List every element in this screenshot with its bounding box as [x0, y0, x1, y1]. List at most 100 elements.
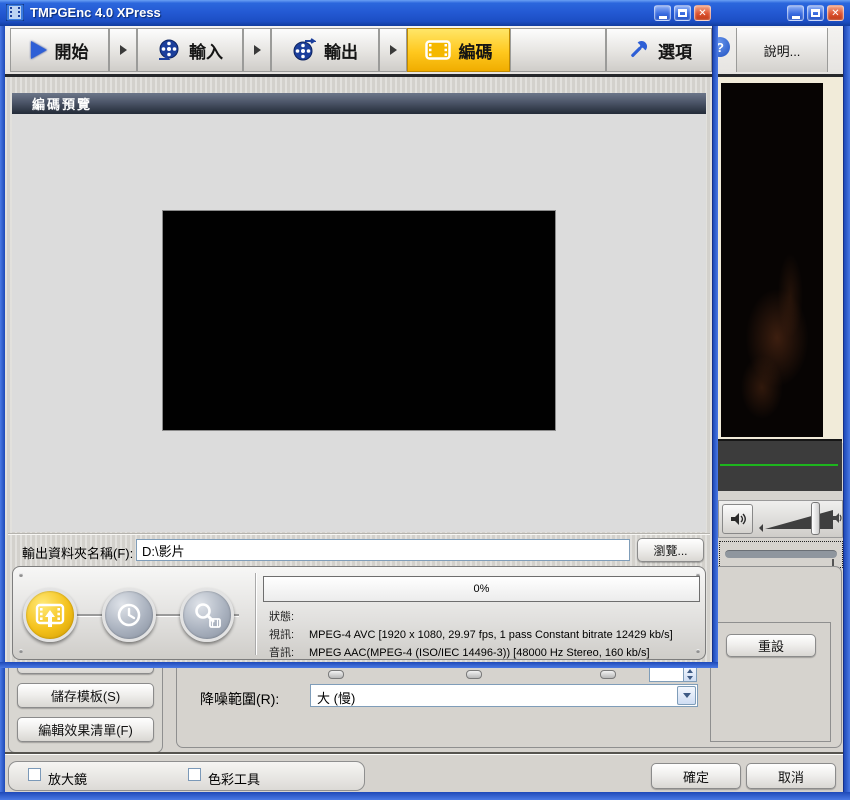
encode-tab-label: 編碼	[459, 38, 493, 63]
play-icon	[31, 41, 47, 59]
slider-handle[interactable]	[600, 670, 616, 679]
step-arrow-button[interactable]	[109, 28, 137, 72]
noise-range-label: 降噪範圍(R):	[200, 689, 279, 709]
arrow-right-icon	[390, 45, 397, 55]
edit-effects-button[interactable]: 編輯效果清單(F)	[17, 717, 154, 742]
arrow-right-icon	[120, 45, 127, 55]
bg-seek-slider[interactable]	[719, 541, 843, 568]
minimize-icon	[659, 16, 667, 19]
video-value: MPEG-4 AVC [1920 x 1080, 29.97 fps, 1 pa…	[309, 629, 673, 641]
start-tab[interactable]: 開始	[10, 28, 109, 72]
step-arrow-button[interactable]	[379, 28, 407, 72]
bg-volume-bar	[718, 500, 843, 538]
clock-icon	[115, 601, 143, 629]
audio-value: MPEG AAC(MPEG-4 (ISO/IEC 14496-3)) [4800…	[309, 647, 650, 659]
encode-film-arrow-icon	[35, 601, 65, 629]
output-folder-input[interactable]	[136, 539, 630, 561]
noise-range-select[interactable]: 大 (慢)	[310, 684, 698, 707]
divider	[8, 533, 710, 535]
chevron-down-icon	[683, 693, 691, 698]
start-tab-label: 開始	[55, 38, 89, 63]
preview-check-button[interactable]	[180, 588, 234, 642]
start-encode-button[interactable]	[23, 588, 77, 642]
minimize-icon	[792, 16, 800, 19]
magnifier-checkbox-label: 放大鏡	[48, 769, 87, 788]
ok-button[interactable]: 確定	[651, 763, 741, 789]
bottom-separator	[0, 752, 850, 755]
output-folder-label: 輸出資料夾名稱(F):	[22, 543, 133, 562]
bg-window-border-right	[843, 26, 850, 792]
bg-window-border-bottom	[0, 792, 850, 800]
mute-button[interactable]	[722, 504, 753, 534]
speaker-icon	[729, 510, 747, 528]
close-icon: ✕	[698, 8, 706, 19]
bg-minimize-button[interactable]	[787, 5, 804, 21]
help-button[interactable]: 說明...	[736, 28, 828, 72]
output-tab[interactable]: 輸出	[271, 28, 379, 72]
film-reel-icon	[157, 38, 181, 62]
screw-dot	[19, 573, 23, 577]
maximize-icon	[678, 9, 687, 17]
color-tools-checkbox[interactable]	[188, 768, 201, 781]
dialog-maximize-button[interactable]	[674, 5, 691, 21]
bg-close-button[interactable]: ✕	[827, 5, 844, 21]
spinner-down-icon	[687, 676, 693, 680]
wrench-icon	[626, 38, 650, 62]
slider-handle[interactable]	[328, 670, 344, 679]
step-arrow-button[interactable]	[243, 28, 271, 72]
value-spinner[interactable]	[649, 666, 697, 682]
reset-button[interactable]: 重設	[726, 634, 816, 657]
seek-tick	[832, 559, 834, 566]
slider-handle[interactable]	[466, 670, 482, 679]
volume-thumb[interactable]	[811, 502, 820, 535]
options-tab-label: 選項	[658, 38, 692, 63]
seek-groove[interactable]	[725, 550, 837, 558]
schedule-button[interactable]	[102, 588, 156, 642]
video-preview	[162, 210, 556, 431]
browse-button[interactable]: 瀏覽...	[637, 538, 704, 562]
dialog-border-bottom	[0, 662, 718, 668]
spinner-buttons[interactable]	[683, 667, 696, 681]
input-tab-label: 輸入	[189, 38, 223, 63]
bg-maximize-button[interactable]	[807, 5, 824, 21]
dialog-minimize-button[interactable]	[654, 5, 671, 21]
dropdown-button[interactable]	[677, 686, 696, 705]
screw-dot	[19, 649, 23, 653]
bg-video-thumbnail	[721, 83, 823, 437]
maximize-icon	[811, 9, 820, 17]
encode-tab[interactable]: 編碼	[407, 28, 510, 72]
magnifier-film-icon	[192, 601, 222, 629]
app-film-icon	[6, 4, 24, 21]
waveform-line	[720, 464, 838, 466]
input-tab[interactable]: 輸入	[137, 28, 243, 72]
cancel-button[interactable]: 取消	[746, 763, 836, 789]
options-tab[interactable]: 選項	[606, 28, 712, 72]
dialog-border-left	[0, 26, 5, 668]
status-label: 狀態:	[269, 608, 309, 624]
preview-header: 編碼預覽	[12, 93, 706, 114]
film-reel-out-icon	[292, 38, 316, 62]
screen: ✕ ? 說明... 重設 儲存模板(S) 編輯效果清單(F)	[0, 0, 850, 800]
dialog-close-button[interactable]: ✕	[694, 5, 711, 21]
save-template-button[interactable]: 儲存模板(S)	[17, 683, 154, 708]
bg-waveform-display	[718, 439, 842, 491]
status-row: 狀態:	[269, 608, 309, 624]
encode-progress-bar: 0%	[263, 576, 700, 602]
arrow-right-icon	[254, 45, 261, 55]
color-tools-checkbox-label: 色彩工具	[208, 769, 260, 788]
encode-control-panel: 0% 狀態: 視訊:MPEG-4 AVC [1920 x 1080, 29.97…	[12, 566, 706, 660]
speaker-small-icon	[832, 511, 842, 525]
encode-preview-window: TMPGEnc 4.0 XPress ✕ 開始 輸入	[0, 0, 718, 668]
noise-range-value: 大 (慢)	[317, 688, 355, 707]
panel-divider	[255, 573, 257, 655]
dialog-titlebar[interactable]: TMPGEnc 4.0 XPress ✕	[0, 0, 718, 26]
dialog-title: TMPGEnc 4.0 XPress	[30, 5, 161, 20]
magnifier-checkbox[interactable]	[28, 768, 41, 781]
dialog-toolbar: 開始 輸入 輸出	[5, 26, 712, 77]
video-label: 視訊:	[269, 626, 309, 642]
film-strip-icon	[425, 40, 451, 60]
video-info-row: 視訊:MPEG-4 AVC [1920 x 1080, 29.97 fps, 1…	[269, 626, 673, 642]
spinner-up-icon	[687, 669, 693, 673]
blank-tab[interactable]	[510, 28, 606, 72]
volume-slider[interactable]	[757, 504, 839, 534]
